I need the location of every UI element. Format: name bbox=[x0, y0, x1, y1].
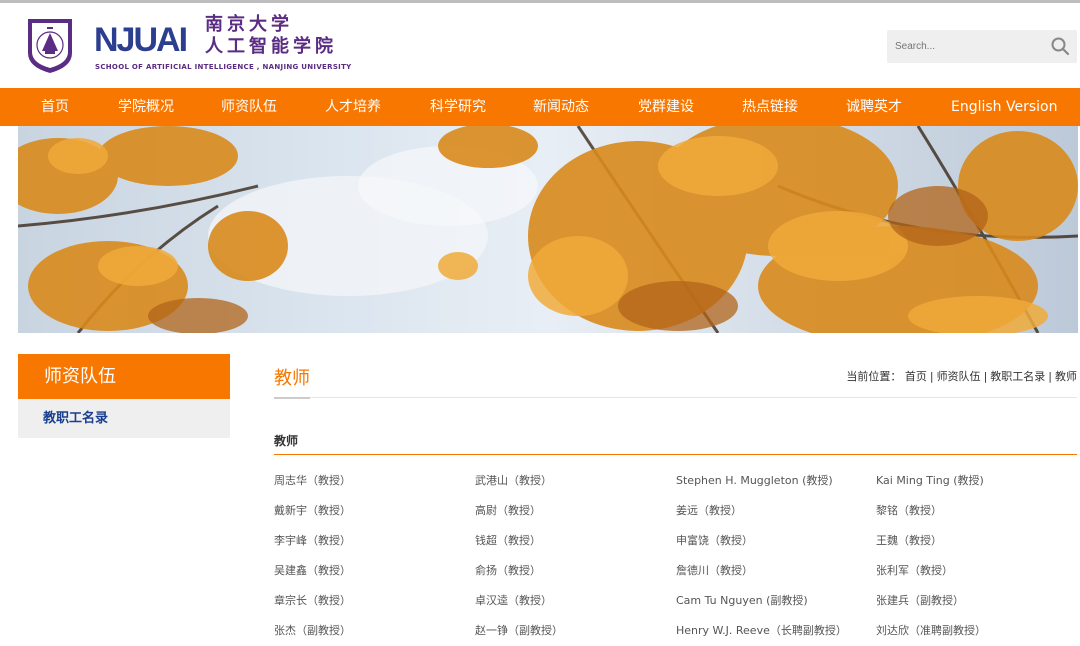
faculty-link[interactable]: 张利军（教授） bbox=[876, 562, 953, 578]
faculty-link[interactable]: 申富饶（教授） bbox=[676, 532, 753, 548]
breadcrumb: 当前位置： 首页 | 师资队伍 | 教职工名录 | 教师 bbox=[846, 368, 1077, 384]
search-input[interactable] bbox=[887, 30, 1047, 63]
section-title: 教师 bbox=[274, 434, 299, 448]
breadcrumb-prefix: 当前位置： bbox=[846, 370, 902, 383]
nav-item-jobs[interactable]: 诚聘英才 bbox=[846, 88, 902, 126]
faculty-link[interactable]: 李宇峰（教授） bbox=[274, 532, 351, 548]
faculty-link[interactable]: Stephen H. Muggleton (教授) bbox=[676, 472, 833, 488]
nav-item-education[interactable]: 人才培养 bbox=[325, 88, 381, 126]
nav-item-faculty[interactable]: 师资队伍 bbox=[221, 88, 277, 126]
faculty-link[interactable]: 张杰（副教授） bbox=[274, 622, 351, 638]
breadcrumb-faculty[interactable]: 师资队伍 bbox=[937, 370, 981, 383]
faculty-link[interactable]: 赵一铮（副教授） bbox=[475, 622, 563, 638]
faculty-link[interactable]: Cam Tu Nguyen (副教授) bbox=[676, 592, 808, 608]
breadcrumb-home[interactable]: 首页 bbox=[905, 370, 927, 383]
faculty-link[interactable]: 姜远（教授） bbox=[676, 502, 742, 518]
faculty-link[interactable]: 戴新宇（教授） bbox=[274, 502, 351, 518]
logo-cn-line2: 人工智能学院 bbox=[205, 36, 337, 57]
faculty-link[interactable]: 张建兵（副教授） bbox=[876, 592, 964, 608]
breadcrumb-separator: | bbox=[983, 370, 988, 383]
breadcrumb-teachers[interactable]: 教师 bbox=[1055, 370, 1077, 383]
nav-item-english[interactable]: English Version bbox=[951, 88, 1057, 126]
university-seal-icon[interactable] bbox=[26, 17, 74, 75]
faculty-link[interactable]: 黎铭（教授） bbox=[876, 502, 942, 518]
logo-english: SCHOOL OF ARTIFICIAL INTELLIGENCE , NANJ… bbox=[95, 63, 352, 71]
njuai-logo[interactable]: NJUAI bbox=[94, 17, 199, 61]
faculty-link[interactable]: 高尉（教授） bbox=[475, 502, 541, 518]
sidebar-item-staff-directory[interactable]: 教职工名录 bbox=[18, 399, 230, 438]
faculty-link[interactable]: 吴建鑫（教授） bbox=[274, 562, 351, 578]
search-box bbox=[887, 30, 1077, 63]
breadcrumb-separator: | bbox=[929, 370, 934, 383]
faculty-link[interactable]: 卓汉逵（教授） bbox=[475, 592, 552, 608]
nav-item-about[interactable]: 学院概况 bbox=[118, 88, 174, 126]
search-icon[interactable] bbox=[1050, 36, 1070, 56]
logo-njuai-text: NJUAI bbox=[94, 21, 187, 59]
faculty-link[interactable]: 武港山（教授） bbox=[475, 472, 552, 488]
banner-image bbox=[18, 126, 1078, 333]
faculty-link[interactable]: Kai Ming Ting (教授) bbox=[876, 472, 984, 488]
logo-cn-line1: 南京大学 bbox=[205, 14, 293, 35]
site-header: NJUAI 南京大学 人工智能学院 SCHOOL OF ARTIFICIAL I… bbox=[0, 3, 1080, 88]
faculty-link[interactable]: 周志华（教授） bbox=[274, 472, 351, 488]
breadcrumb-separator: | bbox=[1048, 370, 1052, 383]
faculty-link[interactable]: 章宗长（教授） bbox=[274, 592, 351, 608]
title-divider bbox=[274, 397, 1077, 398]
nav-item-party[interactable]: 党群建设 bbox=[638, 88, 694, 126]
faculty-link[interactable]: 俞扬（教授） bbox=[475, 562, 541, 578]
section-divider bbox=[274, 454, 1077, 455]
sidebar-title: 师资队伍 bbox=[18, 354, 230, 399]
faculty-link[interactable]: 钱超（教授） bbox=[475, 532, 541, 548]
main-nav: 首页 学院概况 师资队伍 人才培养 科学研究 新闻动态 党群建设 热点链接 诚聘… bbox=[0, 88, 1080, 126]
faculty-link[interactable]: 王魏（教授） bbox=[876, 532, 942, 548]
logo-chinese: 南京大学 人工智能学院 bbox=[205, 14, 337, 58]
faculty-link[interactable]: Henry W.J. Reeve（长聘副教授） bbox=[676, 622, 847, 638]
nav-item-news[interactable]: 新闻动态 bbox=[533, 88, 589, 126]
nav-item-home[interactable]: 首页 bbox=[41, 88, 69, 126]
faculty-link[interactable]: 刘达欣（准聘副教授） bbox=[876, 622, 986, 638]
title-underline bbox=[274, 397, 310, 399]
faculty-link[interactable]: 詹德川（教授） bbox=[676, 562, 753, 578]
nav-item-research[interactable]: 科学研究 bbox=[430, 88, 486, 126]
nav-item-links[interactable]: 热点链接 bbox=[742, 88, 798, 126]
page-title: 教师 bbox=[274, 368, 310, 389]
breadcrumb-directory[interactable]: 教职工名录 bbox=[990, 370, 1045, 383]
